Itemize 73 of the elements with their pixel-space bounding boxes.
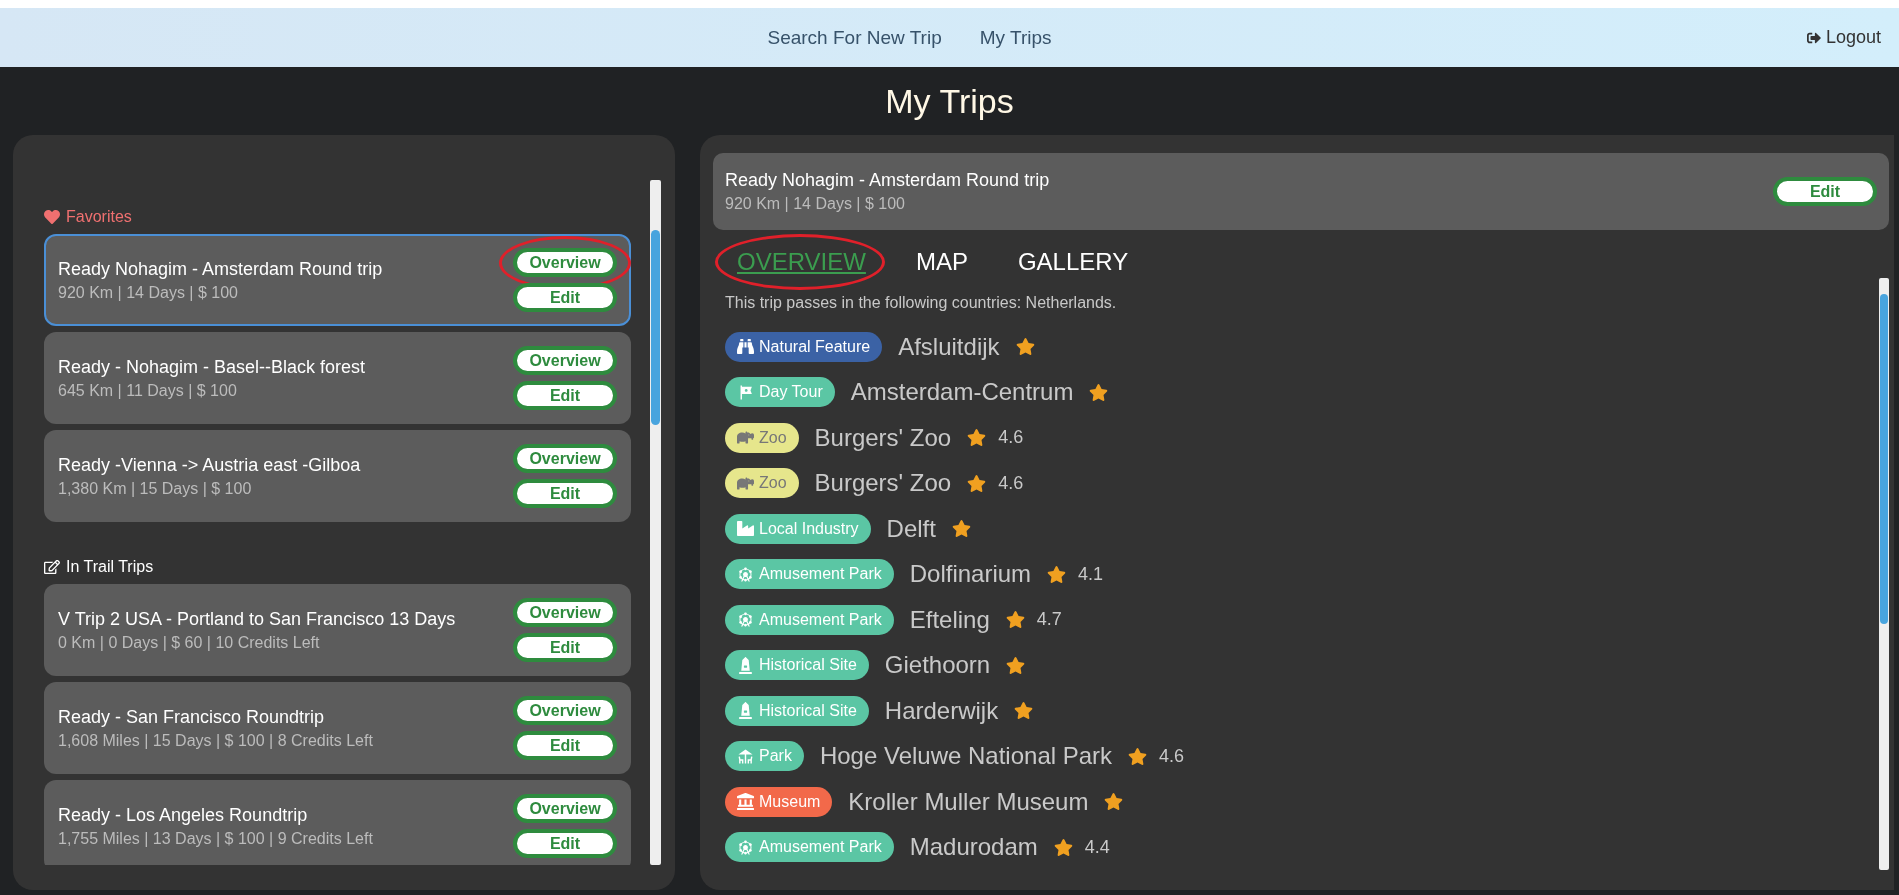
category-label: Day Tour xyxy=(759,383,823,402)
rating: 4.6 xyxy=(998,427,1024,449)
edit-button[interactable]: Edit xyxy=(1773,177,1877,206)
overview-button[interactable]: Overview xyxy=(513,444,617,473)
edit-button[interactable]: Edit xyxy=(513,381,617,410)
category-label: Zoo xyxy=(759,428,787,447)
trip-card[interactable]: Ready -Vienna -> Austria east -Gilboa 1,380 Km | 15 Days | $ 100 Overview Edit xyxy=(44,430,631,522)
overview-button[interactable]: Overview xyxy=(513,598,617,627)
attraction-name[interactable]: Afsluitdijk xyxy=(898,332,1000,361)
trip-details: 0 Km | 0 Days | $ 60 | 10 Credits Left xyxy=(58,633,321,652)
rating: 4.1 xyxy=(1078,563,1104,585)
trip-title: Ready - Nohagim - Basel--Black forest xyxy=(58,356,367,378)
trip-title: Ready -Vienna -> Austria east -Gilboa xyxy=(58,454,362,476)
nav-link[interactable]: Search For New Trip xyxy=(767,26,942,49)
edit-button[interactable]: Edit xyxy=(513,479,617,508)
rating: 4.6 xyxy=(998,472,1024,494)
nav-link[interactable]: My Trips xyxy=(979,26,1052,49)
attraction-name[interactable]: Delft xyxy=(886,514,936,543)
attraction-name[interactable]: Burgers' Zoo xyxy=(814,423,952,452)
category-label: Park xyxy=(759,747,792,766)
trip-card[interactable]: Ready - Los Angeles Roundtrip 1,755 Miles | 13 Days | $ 100 | 9 Credits Left Overview Edit xyxy=(44,780,631,865)
rating: 4.7 xyxy=(1036,609,1062,631)
attraction-name[interactable]: Hoge Veluwe National Park xyxy=(819,742,1113,771)
category-label: Historical Site xyxy=(759,656,857,675)
trip-card[interactable]: Ready - San Francisco Roundtrip 1,608 Miles | 15 Days | $ 100 | 8 Credits Left Overview Edit xyxy=(44,682,631,774)
rating: 4.6 xyxy=(1159,745,1185,767)
logout-link[interactable]: Logout xyxy=(1806,27,1881,48)
category-label: Zoo xyxy=(759,474,787,493)
category-label: Amusement Park xyxy=(759,838,882,857)
trip-title: Ready Nohagim - Amsterdam Round trip xyxy=(725,170,1051,191)
trip-details: 920 Km | 14 Days | $ 100 xyxy=(58,283,239,302)
rating: 4.4 xyxy=(1084,836,1110,858)
trip-details: 920 Km | 14 Days | $ 100 xyxy=(725,195,906,213)
attraction-name[interactable]: Giethoorn xyxy=(884,651,991,680)
section-title: In Trail Trips xyxy=(66,558,154,576)
edit-button[interactable]: Edit xyxy=(513,731,617,760)
category-label: Local Industry xyxy=(759,519,859,538)
trip-card[interactable]: Ready Nohagim - Amsterdam Round trip 920 Km | 14 Days | $ 100 Overview Edit xyxy=(44,234,631,326)
section-title: Favorites xyxy=(66,208,132,226)
countries-text: This trip passes in the following countries: Netherlands. xyxy=(725,294,1118,312)
attraction-name[interactable]: Madurodam xyxy=(909,833,1038,862)
attraction-name[interactable]: Kroller Muller Museum xyxy=(848,787,1089,816)
trip-card[interactable]: Ready - Nohagim - Basel--Black forest 645 Km | 11 Days | $ 100 Overview Edit xyxy=(44,332,631,424)
category-label: Amusement Park xyxy=(759,610,882,629)
attraction-name[interactable]: Efteling xyxy=(909,605,990,634)
tab[interactable]: OVERVIEW xyxy=(737,248,866,275)
overview-button[interactable]: Overview xyxy=(513,346,617,375)
trip-details: 1,755 Miles | 13 Days | $ 100 | 9 Credits Left xyxy=(58,829,374,848)
trip-title: Ready - San Francisco Roundtrip xyxy=(58,706,326,728)
edit-button[interactable]: Edit xyxy=(513,829,617,858)
edit-button[interactable]: Edit xyxy=(513,633,617,662)
overview-button[interactable]: Overview xyxy=(513,248,617,277)
page-title: My Trips xyxy=(884,80,1015,122)
trip-title: Ready - Los Angeles Roundtrip xyxy=(58,804,309,826)
edit-button[interactable]: Edit xyxy=(513,283,617,312)
tab[interactable]: GALLERY xyxy=(1017,248,1129,275)
category-label: Museum xyxy=(759,792,821,811)
trip-details: 1,608 Miles | 15 Days | $ 100 | 8 Credits Left xyxy=(58,731,374,750)
attraction-name[interactable]: Amsterdam-Centrum xyxy=(850,378,1074,407)
category-label: Amusement Park xyxy=(759,565,882,584)
trip-details: 645 Km | 11 Days | $ 100 xyxy=(58,381,238,400)
trip-title: V Trip 2 USA - Portland to San Francisco 13 Days xyxy=(58,608,457,630)
overview-button[interactable]: Overview xyxy=(513,794,617,823)
attraction-name[interactable]: Harderwijk xyxy=(884,696,999,725)
attraction-name[interactable]: Dolfinarium xyxy=(909,560,1032,589)
attraction-name[interactable]: Burgers' Zoo xyxy=(814,469,952,498)
category-label: Historical Site xyxy=(759,701,857,720)
category-label: Natural Feature xyxy=(759,337,871,356)
trip-title: Ready Nohagim - Amsterdam Round trip xyxy=(58,258,384,280)
trip-card[interactable]: V Trip 2 USA - Portland to San Francisco 13 Days 0 Km | 0 Days | $ 60 | 10 Credits Left Overview Edit xyxy=(44,584,631,676)
overview-button[interactable]: Overview xyxy=(513,696,617,725)
trip-details: 1,380 Km | 15 Days | $ 100 xyxy=(58,479,253,498)
tab[interactable]: MAP xyxy=(915,248,968,275)
